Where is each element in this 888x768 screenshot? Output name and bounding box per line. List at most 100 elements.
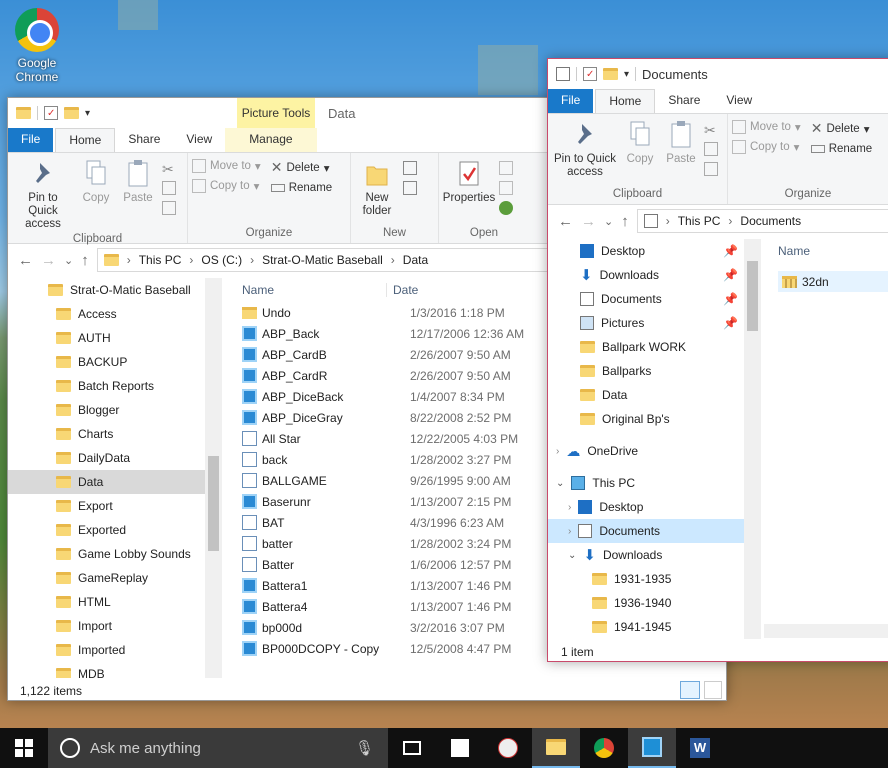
title-bar[interactable]: ✓ ▾ Documents	[548, 59, 888, 89]
back-arrow-icon[interactable]: ←	[18, 252, 33, 269]
quick-access-original-bps[interactable]: Original Bp's	[548, 407, 746, 431]
paste-shortcut-icon[interactable]	[162, 201, 176, 215]
expand-chevron-icon[interactable]: ›	[568, 502, 571, 513]
file-row-32dn[interactable]: 32dn	[778, 271, 888, 292]
word-button[interactable]: W	[676, 728, 724, 768]
rename-button[interactable]: Rename	[810, 143, 872, 155]
baseball-app-button[interactable]	[484, 728, 532, 768]
start-button[interactable]	[0, 728, 48, 768]
breadcrumb-os-c[interactable]: OS (C:)	[201, 253, 242, 267]
task-view-button[interactable]	[388, 728, 436, 768]
new-item-icon[interactable]	[403, 161, 417, 175]
tree-item-exported[interactable]: Exported	[8, 518, 206, 542]
tree-item-imported[interactable]: Imported	[8, 638, 206, 662]
tree-item-import[interactable]: Import	[8, 614, 206, 638]
tab-home[interactable]: Home	[55, 128, 116, 152]
forward-arrow-icon[interactable]: →	[41, 252, 56, 269]
nav-pane-scrollbar[interactable]	[205, 278, 222, 678]
file-explorer-button[interactable]	[532, 728, 580, 768]
tree-item-html[interactable]: HTML	[8, 590, 206, 614]
expand-chevron-icon[interactable]: ›	[568, 526, 571, 537]
tree-item-pc-desktop[interactable]: › Desktop	[548, 495, 746, 519]
photo-app-button[interactable]	[628, 728, 676, 768]
tab-view[interactable]: View	[173, 128, 225, 152]
copy-path-icon[interactable]	[162, 181, 176, 195]
microphone-icon[interactable]: 🎙	[355, 739, 374, 757]
move-to-button[interactable]: Move to ▾	[732, 120, 801, 134]
tree-item-batch-reports[interactable]: Batch Reports	[8, 374, 206, 398]
tree-item-data[interactable]: Data	[8, 470, 206, 494]
breadcrumb-strat-o-matic[interactable]: Strat-O-Matic Baseball	[262, 253, 383, 267]
tree-item-backup[interactable]: BACKUP	[8, 350, 206, 374]
tree-item-onedrive[interactable]: › ☁ OneDrive	[548, 439, 746, 463]
address-bar[interactable]: › This PC › Documents	[636, 209, 888, 233]
quick-access-downloads[interactable]: ⬇ Downloads 📌	[548, 263, 746, 287]
tab-file[interactable]: File	[8, 128, 54, 152]
quick-access-data[interactable]: Data	[548, 383, 746, 407]
paste-button[interactable]: Paste	[118, 157, 158, 233]
collapse-chevron-icon[interactable]: ⌄	[568, 550, 576, 561]
quick-access-ballpark-work[interactable]: Ballpark WORK	[548, 335, 746, 359]
tree-item-1936-1940[interactable]: 1936-1940	[548, 591, 746, 615]
large-icons-view-icon[interactable]	[704, 681, 722, 699]
new-folder-icon[interactable]	[64, 107, 79, 119]
paste-button[interactable]: Paste	[662, 118, 700, 188]
up-arrow-icon[interactable]: ↑	[81, 252, 89, 269]
breadcrumb-data[interactable]: Data	[403, 253, 428, 267]
tree-item-1941-1945[interactable]: 1941-1945	[548, 615, 746, 639]
scrollbar-thumb[interactable]	[747, 261, 758, 331]
quick-access-pictures[interactable]: Pictures 📌	[548, 311, 746, 335]
properties-check-icon[interactable]: ✓	[583, 67, 597, 81]
nav-pane-scrollbar[interactable]	[744, 239, 761, 639]
tree-item-dailydata[interactable]: DailyData	[8, 446, 206, 470]
edit-icon[interactable]	[499, 181, 513, 195]
store-button[interactable]	[436, 728, 484, 768]
tree-item-export[interactable]: Export	[8, 494, 206, 518]
tree-item-game-lobby-sounds[interactable]: Game Lobby Sounds	[8, 542, 206, 566]
customize-quick-access-icon[interactable]: ▾	[85, 108, 90, 119]
open-icon[interactable]	[499, 161, 513, 175]
new-folder-icon[interactable]	[603, 68, 618, 80]
tree-item-gamereplay[interactable]: GameReplay	[8, 566, 206, 590]
tree-item-pc-documents[interactable]: › Documents	[548, 519, 746, 543]
up-arrow-icon[interactable]: ↑	[621, 213, 629, 230]
cut-icon[interactable]: ✂	[704, 122, 718, 138]
move-to-button[interactable]: Move to ▾	[192, 159, 261, 173]
forward-arrow-icon[interactable]: →	[581, 213, 596, 230]
details-view-icon[interactable]	[680, 681, 700, 699]
copy-to-button[interactable]: Copy to ▾	[192, 179, 261, 193]
recent-locations-icon[interactable]: ⌄	[604, 215, 613, 228]
properties-button[interactable]: Properties	[443, 157, 495, 227]
quick-access-ballparks[interactable]: Ballparks	[548, 359, 746, 383]
back-arrow-icon[interactable]: ←	[558, 213, 573, 230]
tree-item-charts[interactable]: Charts	[8, 422, 206, 446]
delete-button[interactable]: ✕ Delete ▾	[271, 159, 332, 176]
tree-item-access[interactable]: Access	[8, 302, 206, 326]
cortana-search-box[interactable]: Ask me anything 🎙	[48, 728, 388, 768]
properties-check-icon[interactable]: ✓	[44, 106, 58, 120]
tree-item-mdb[interactable]: MDB	[8, 662, 206, 678]
tab-share[interactable]: Share	[115, 128, 173, 152]
tree-item-pc-downloads[interactable]: ⌄ ⬇ Downloads	[548, 543, 746, 567]
breadcrumb-this-pc[interactable]: This PC	[139, 253, 182, 267]
rename-button[interactable]: Rename	[270, 182, 332, 194]
breadcrumb-documents[interactable]: Documents	[740, 214, 801, 228]
paste-shortcut-icon[interactable]	[704, 162, 718, 176]
cut-icon[interactable]: ✂	[162, 161, 176, 177]
tree-item-blogger[interactable]: Blogger	[8, 398, 206, 422]
new-folder-button[interactable]: New folder	[355, 157, 399, 227]
pin-quick-access-button[interactable]: Pin to Quick access	[12, 157, 74, 233]
horizontal-scrollbar[interactable]	[764, 624, 888, 638]
tab-view[interactable]: View	[713, 89, 765, 113]
collapse-chevron-icon[interactable]: ⌄	[556, 478, 564, 489]
pin-quick-access-button[interactable]: Pin to Quick access	[552, 118, 618, 188]
column-name[interactable]: Name	[778, 239, 888, 263]
tab-manage[interactable]: Manage	[225, 128, 317, 152]
expand-chevron-icon[interactable]: ›	[556, 446, 559, 457]
tab-home[interactable]: Home	[595, 89, 656, 113]
explorer-window-documents[interactable]: ✓ ▾ Documents File Home Share View Pin t…	[547, 58, 888, 662]
tree-item-strat-o-matic[interactable]: Strat-O-Matic Baseball	[8, 278, 206, 302]
quick-access-desktop[interactable]: Desktop 📌	[548, 239, 746, 263]
easy-access-icon[interactable]	[403, 181, 417, 195]
tree-item-this-pc[interactable]: ⌄ This PC	[548, 471, 746, 495]
